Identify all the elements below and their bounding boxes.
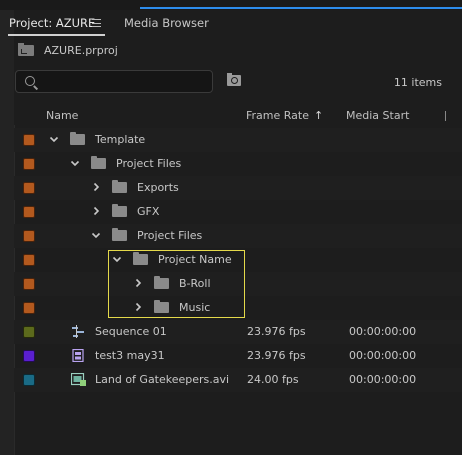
label-color-swatch[interactable] (23, 374, 35, 386)
tab-project[interactable]: Project: AZURE (9, 16, 95, 30)
sort-ascending-icon: ↑ (314, 109, 324, 122)
item-name: Project Name (158, 253, 232, 266)
project-file-icon (18, 43, 34, 56)
item-name: Sequence 01 (95, 325, 167, 338)
label-color-swatch[interactable] (23, 278, 35, 290)
folder-icon (154, 276, 169, 289)
column-name[interactable]: Name (46, 109, 78, 122)
label-color-swatch[interactable] (23, 350, 35, 362)
item-media-start: 00:00:00:00 (349, 325, 417, 338)
chevron-right-icon[interactable] (90, 205, 102, 217)
chevron-down-icon[interactable] (90, 229, 102, 241)
list-item[interactable]: Exports (14, 176, 462, 200)
column-media-start[interactable]: Media Start (346, 109, 409, 122)
search-icon (25, 76, 35, 86)
item-frame-rate: 23.976 fps (247, 325, 306, 338)
column-frame-rate-label: Frame Rate (246, 109, 309, 122)
item-name: Exports (137, 181, 179, 194)
chevron-right-icon[interactable] (132, 277, 144, 289)
item-frame-rate: 23.976 fps (247, 349, 306, 362)
focus-indicator (140, 7, 462, 9)
panel-tabs: Project: AZURE Media Browser (0, 10, 462, 36)
item-name: test3 may31 (95, 349, 165, 362)
active-tab-underline (8, 34, 105, 36)
label-color-swatch[interactable] (23, 326, 35, 338)
chevron-down-icon[interactable] (48, 133, 60, 145)
label-color-swatch[interactable] (23, 302, 35, 314)
list-item[interactable]: B-Roll (14, 272, 462, 296)
item-name: Template (95, 133, 146, 146)
list-item[interactable]: Template (14, 128, 462, 152)
folder-icon (70, 132, 85, 145)
clip-icon (71, 348, 85, 363)
list-item[interactable]: Music (14, 296, 462, 320)
item-name: Music (179, 301, 211, 314)
column-frame-rate[interactable]: Frame Rate ↑ (246, 109, 323, 122)
item-name: Project Files (137, 229, 203, 242)
list-item[interactable]: Project Files (14, 224, 462, 248)
folder-icon (112, 204, 127, 217)
list-item[interactable]: test3 may31 23.976 fps 00:00:00:00 (14, 344, 462, 368)
folder-icon (133, 252, 148, 265)
menu-icon[interactable] (92, 19, 101, 27)
folder-icon (154, 300, 169, 313)
label-color-swatch[interactable] (23, 254, 35, 266)
list-item[interactable]: Project Name (14, 248, 462, 272)
list-item[interactable]: Sequence 01 23.976 fps 00:00:00:00 (14, 320, 462, 344)
chevron-down-icon[interactable] (69, 157, 81, 169)
label-color-swatch[interactable] (23, 158, 35, 170)
list-item[interactable]: Project Files (14, 152, 462, 176)
item-frame-rate: 24.00 fps (247, 373, 299, 386)
new-bin-icon[interactable] (227, 73, 241, 86)
item-name: Project Files (116, 157, 182, 170)
label-color-swatch[interactable] (23, 206, 35, 218)
video-clip-icon (70, 372, 86, 386)
item-count: 11 items (393, 76, 442, 89)
folder-icon (112, 228, 127, 241)
list-item[interactable]: GFX (14, 200, 462, 224)
project-panel: Project: AZURE Media Browser AZURE.prpro… (0, 0, 462, 455)
item-name: B-Roll (179, 277, 211, 290)
folder-icon (112, 180, 127, 193)
folder-icon (91, 156, 106, 169)
item-name: GFX (137, 205, 160, 218)
tab-media-browser[interactable]: Media Browser (124, 16, 209, 30)
chevron-right-icon[interactable] (90, 181, 102, 193)
project-path: AZURE.prproj (16, 42, 216, 60)
label-color-swatch[interactable] (23, 182, 35, 194)
list-item[interactable]: Land of Gatekeepers.avi 24.00 fps 00:00:00… (14, 368, 462, 392)
column-header: Name Frame Rate ↑ Media Start (14, 104, 462, 126)
column-divider[interactable] (445, 111, 446, 121)
project-filename: AZURE.prproj (44, 44, 118, 57)
panel-top-bar (0, 0, 462, 10)
left-edge (0, 0, 14, 455)
sequence-icon (71, 325, 85, 338)
item-media-start: 00:00:00:00 (349, 373, 417, 386)
label-color-swatch[interactable] (23, 134, 35, 146)
item-name: Land of Gatekeepers.avi (95, 373, 230, 386)
item-media-start: 00:00:00:00 (349, 349, 417, 362)
label-color-swatch[interactable] (23, 230, 35, 242)
search-input[interactable] (15, 70, 213, 93)
chevron-right-icon[interactable] (132, 301, 144, 313)
chevron-down-icon[interactable] (111, 253, 123, 265)
